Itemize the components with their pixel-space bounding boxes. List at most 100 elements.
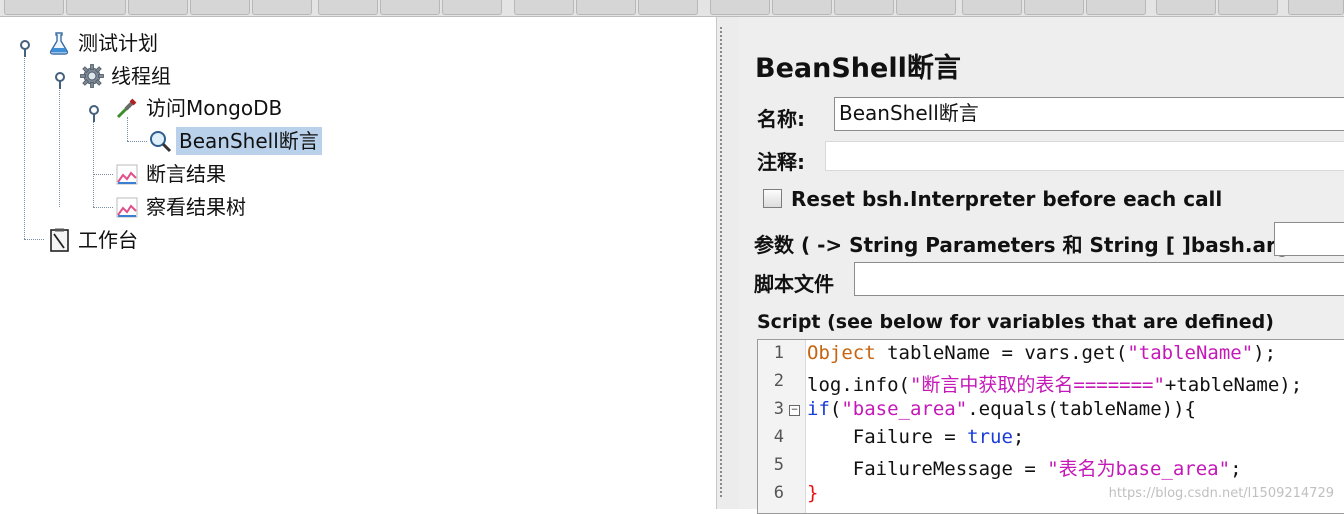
code-token: +tableName);	[1164, 374, 1303, 396]
toolbar-button[interactable]	[638, 0, 698, 15]
toolbar-button[interactable]	[514, 0, 574, 15]
code-token: (	[829, 398, 842, 420]
tree-node-label: 察看结果树	[146, 195, 246, 219]
tree-node-assertion-results[interactable]: 断言结果	[115, 160, 229, 188]
panel-title: BeanShell断言	[755, 53, 961, 84]
line-number-gutter: 1 2 3 − 4 5 6	[758, 340, 806, 513]
tree-node-sampler[interactable]: 访问MongoDB	[115, 94, 285, 122]
dropper-icon	[115, 96, 139, 120]
tree-connector	[93, 207, 113, 208]
line-number: 1	[773, 343, 784, 363]
toolbar-button[interactable]	[1086, 0, 1146, 15]
code-line: log.info("断言中获取的表名======="+tableName);	[807, 370, 1302, 397]
gear-icon	[80, 64, 104, 88]
magnifier-icon	[148, 129, 172, 153]
toolbar-button[interactable]	[1024, 0, 1084, 15]
expand-handle[interactable]	[20, 40, 30, 57]
code-line: FailureMessage = "表名为base_area";	[807, 454, 1242, 481]
name-field[interactable]: BeanShell断言	[834, 97, 1344, 131]
script-file-field[interactable]	[854, 262, 1344, 296]
code-token: }	[807, 482, 819, 504]
toolbar-button[interactable]	[4, 0, 64, 15]
reset-interpreter-label: Reset bsh.Interpreter before each call	[791, 187, 1223, 211]
tree-connector	[93, 113, 94, 207]
toolbar-button[interactable]	[772, 0, 832, 15]
code-token: "tableName"	[1127, 342, 1254, 364]
code-line: Object tableName = vars.get("tableName")…	[807, 342, 1276, 364]
code-line: Failure = true;	[807, 426, 1025, 448]
fold-collapse-icon[interactable]: −	[789, 405, 800, 416]
code-token: "表名为base_area"	[1047, 458, 1231, 480]
parameters-field[interactable]	[1274, 222, 1344, 256]
line-number: 2	[773, 371, 784, 391]
tree-node-label: 线程组	[111, 64, 171, 88]
line-number: 6	[773, 483, 784, 503]
code-token: "断言中获取的表名======="	[909, 374, 1165, 396]
watermark: https://blog.csdn.net/l1509214729	[1108, 486, 1334, 501]
toolbar-button[interactable]	[896, 0, 956, 15]
flask-icon	[47, 31, 71, 55]
code-line: }	[807, 482, 818, 504]
tree-node-beanshell-assertion[interactable]: BeanShell断言	[148, 127, 322, 155]
tree-connector	[93, 174, 113, 175]
toolbar-button[interactable]	[1156, 0, 1216, 15]
assertion-editor-panel: BeanShell断言 名称: BeanShell断言 注释: Reset bs…	[739, 17, 1344, 514]
code-token: );	[1253, 342, 1277, 364]
tree-node-test-plan[interactable]: 测试计划	[47, 29, 161, 57]
tree-node-label: 测试计划	[78, 31, 158, 55]
code-token: log.info(	[807, 374, 910, 396]
code-line: if("base_area".equals(tableName)){	[807, 398, 1196, 420]
code-token: Object	[807, 342, 876, 364]
code-token: true	[967, 426, 1013, 448]
splitter-grip[interactable]	[720, 27, 722, 499]
script-label: Script (see below for variables that are…	[757, 311, 1274, 333]
reset-interpreter-checkbox[interactable]	[763, 189, 782, 208]
comment-field[interactable]	[825, 141, 1344, 171]
tree-connector	[24, 49, 25, 239]
chart-icon	[115, 162, 139, 186]
toolbar-button[interactable]	[190, 0, 250, 15]
tree-node-label: 工作台	[78, 228, 138, 252]
tree-connector	[127, 141, 147, 142]
code-token: ;	[1012, 426, 1025, 448]
tree-node-workbench[interactable]: 工作台	[47, 226, 141, 254]
toolbar-button[interactable]	[962, 0, 1022, 15]
line-number: 4	[773, 427, 784, 447]
code-token: .equals(tableName)){	[967, 398, 1196, 420]
code-token: FailureMessage =	[807, 458, 1048, 480]
tree-node-label: 访问MongoDB	[146, 96, 283, 120]
tree-node-label: 断言结果	[146, 162, 226, 186]
tree-connector	[59, 81, 60, 207]
test-plan-tree: 测试计划 线程组 访问MongoDB BeanShell断言 断言结果 察看结果…	[0, 17, 716, 509]
toolbar-button[interactable]	[442, 0, 502, 15]
toolbar	[0, 0, 1344, 17]
toolbar-button[interactable]	[1218, 0, 1278, 15]
clipboard-icon	[47, 228, 71, 252]
toolbar-button[interactable]	[128, 0, 188, 15]
script-file-label: 脚本文件	[754, 272, 834, 296]
toolbar-button[interactable]	[834, 0, 894, 15]
toolbar-button[interactable]	[380, 0, 440, 15]
expand-handle[interactable]	[89, 105, 99, 122]
toolbar-button[interactable]	[66, 0, 126, 15]
toolbar-button[interactable]	[710, 0, 770, 15]
code-token: Failure =	[807, 426, 968, 448]
split-pane-divider[interactable]	[716, 17, 740, 509]
expand-handle[interactable]	[55, 72, 65, 89]
tree-connector	[24, 239, 44, 240]
code-token: "base_area"	[841, 398, 968, 420]
code-token: tableName = vars.get(	[875, 342, 1128, 364]
name-label: 名称:	[757, 107, 805, 131]
tree-node-thread-group[interactable]: 线程组	[80, 62, 174, 90]
toolbar-button[interactable]	[318, 0, 378, 15]
line-number: 3	[773, 399, 784, 419]
comment-label: 注释:	[757, 150, 805, 174]
parameters-label: 参数 ( -> String Parameters 和 String [ ]ba…	[754, 233, 1312, 257]
toolbar-button[interactable]	[576, 0, 636, 15]
chart-icon	[115, 195, 139, 219]
line-number: 5	[773, 455, 784, 475]
toolbar-button[interactable]	[1288, 0, 1344, 15]
toolbar-button[interactable]	[252, 0, 312, 15]
tree-node-view-results-tree[interactable]: 察看结果树	[115, 193, 249, 221]
tree-node-label: BeanShell断言	[176, 127, 322, 155]
